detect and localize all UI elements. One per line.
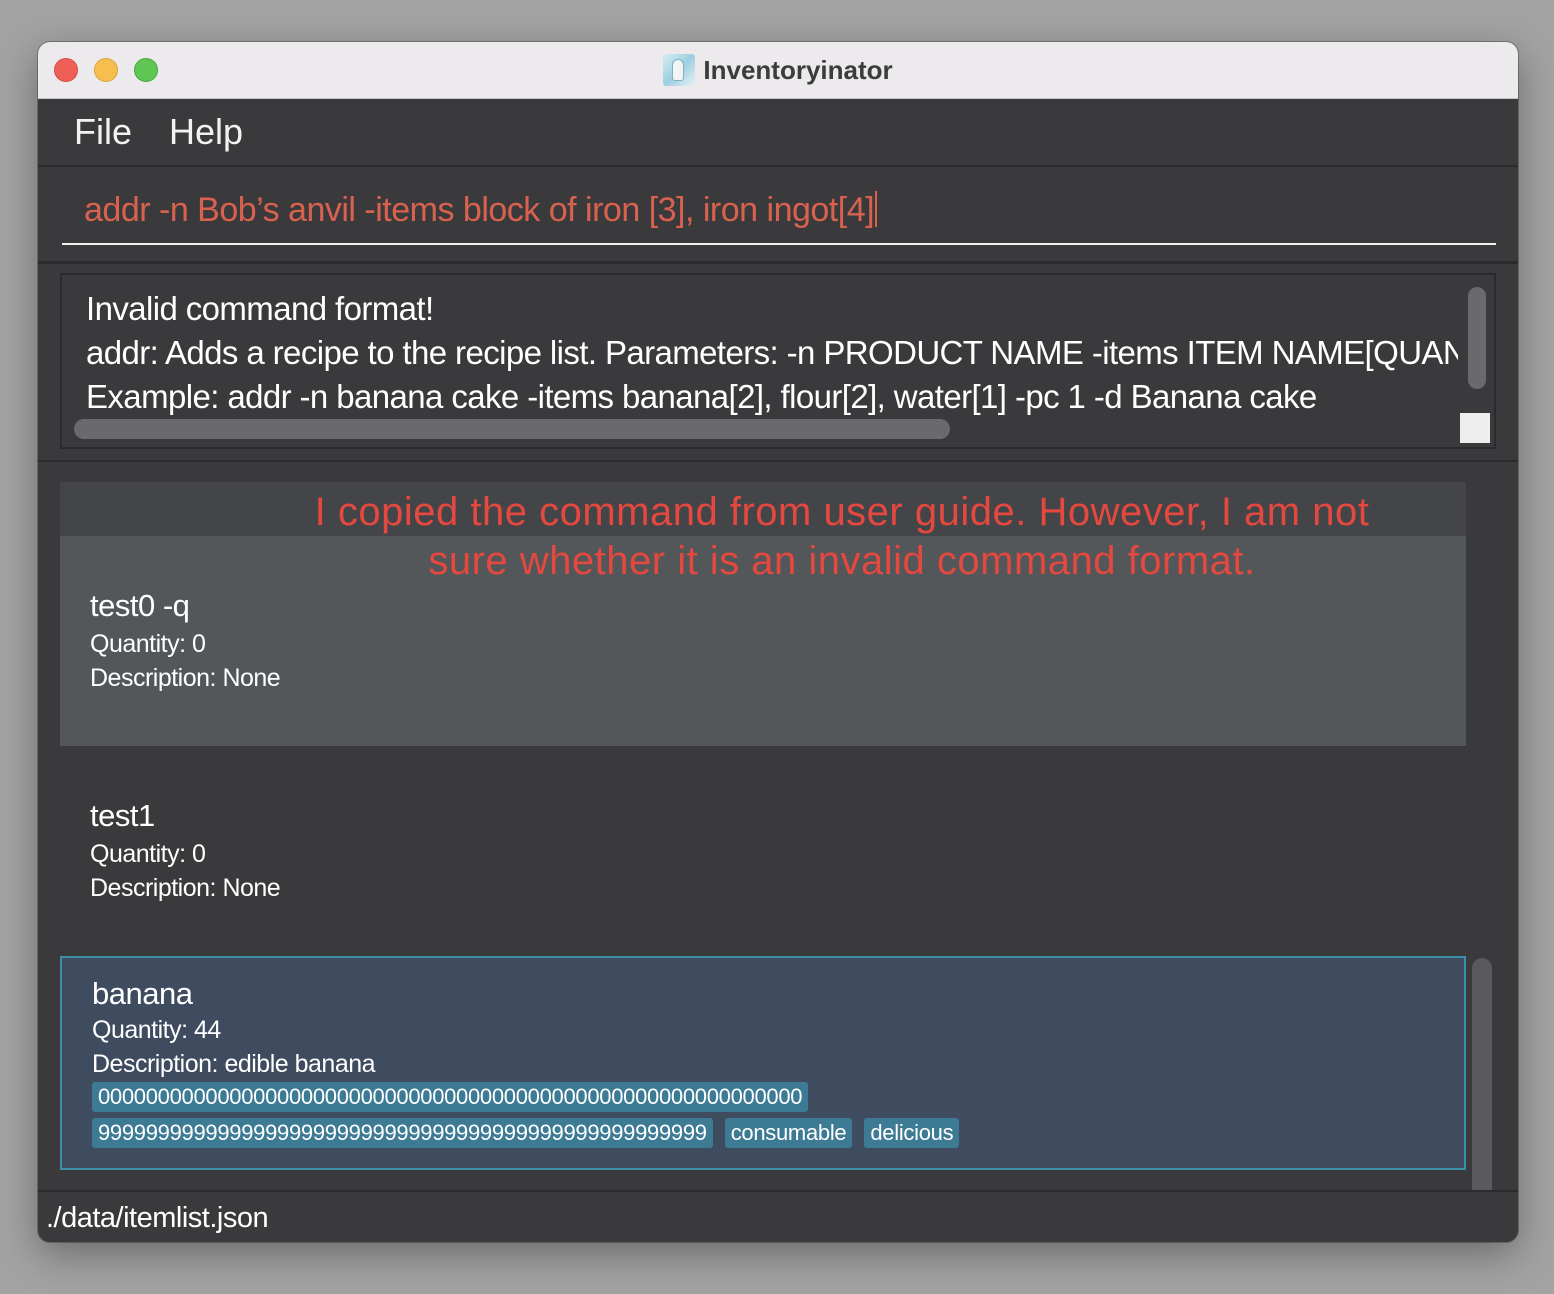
item-quantity: Quantity: 0	[90, 630, 206, 658]
annotation-line-2: sure whether it is an invalid command fo…	[428, 539, 1256, 583]
tag: 9999999999999999999999999999999999999999…	[92, 1118, 713, 1148]
result-line-3: Example: addr -n banana cake -items bana…	[86, 378, 1317, 415]
menu-bar: File Help	[38, 99, 1518, 167]
item-name: banana	[92, 976, 193, 1011]
scroll-corner	[1460, 413, 1490, 443]
tag: 0000000000000000000000000000000000000000…	[92, 1082, 809, 1112]
window-title: Inventoryinator	[703, 54, 893, 85]
result-display-section: Invalid command format! addr: Adds a rec…	[38, 264, 1518, 463]
command-input[interactable]: addr -n Bob’s anvil -items block of iron…	[62, 183, 1496, 245]
item-tags: 0000000000000000000000000000000000000000…	[92, 1082, 1392, 1154]
menu-file[interactable]: File	[74, 111, 132, 153]
result-text: Invalid command format! addr: Adds a rec…	[86, 287, 1458, 419]
item-card-banana-selected[interactable]: banana Quantity: 44 Description: edible …	[60, 956, 1466, 1170]
item-description: Description: None	[90, 664, 281, 692]
result-display[interactable]: Invalid command format! addr: Adds a rec…	[60, 273, 1496, 449]
item-description: Description: None	[90, 874, 281, 902]
menu-help[interactable]: Help	[169, 111, 243, 153]
tag: delicious	[864, 1118, 960, 1148]
result-line-1: Invalid command format!	[86, 290, 434, 327]
tag: consumable	[724, 1118, 853, 1148]
item-list-vertical-scrollbar[interactable]	[1472, 958, 1492, 1204]
text-caret	[875, 191, 878, 227]
item-card-test1[interactable]: test1 Quantity: 0 Description: None	[60, 746, 1466, 956]
item-name: test1	[90, 798, 155, 833]
item-name: test0 -q	[90, 588, 190, 623]
app-window: Inventoryinator File Help addr -n Bob’s …	[38, 42, 1518, 1242]
item-quantity: Quantity: 44	[92, 1016, 221, 1044]
title-bar: Inventoryinator	[38, 42, 1518, 99]
item-quantity: Quantity: 0	[90, 840, 206, 868]
item-description: Description: edible banana	[92, 1050, 376, 1078]
storage-file-path: ./data/itemlist.json	[46, 1202, 269, 1234]
command-input-text: addr -n Bob’s anvil -items block of iron…	[84, 191, 875, 229]
item-list: test0 -q Quantity: 0 Description: None t…	[60, 482, 1466, 1174]
result-horizontal-scrollbar[interactable]	[74, 419, 950, 439]
result-vertical-scrollbar[interactable]	[1468, 287, 1486, 389]
annotation-line-1: I copied the command from user guide. Ho…	[314, 490, 1370, 534]
annotation-note: I copied the command from user guide. Ho…	[260, 488, 1424, 586]
result-line-2: addr: Adds a recipe to the recipe list. …	[86, 334, 1458, 371]
window-title-group: Inventoryinator	[38, 42, 1518, 98]
app-icon	[663, 54, 696, 86]
command-box: addr -n Bob’s anvil -items block of iron…	[38, 167, 1518, 264]
status-bar: ./data/itemlist.json	[38, 1190, 1518, 1242]
item-list-section: test0 -q Quantity: 0 Description: None t…	[38, 462, 1518, 1204]
